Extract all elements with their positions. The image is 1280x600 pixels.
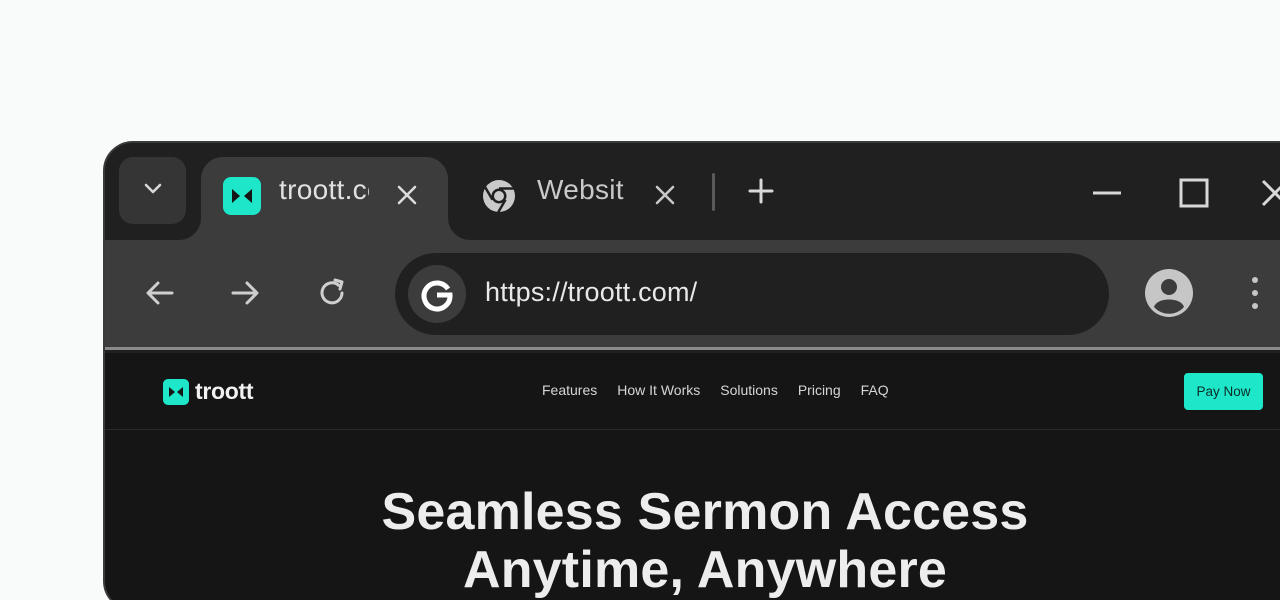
hero-title-line-1: Seamless Sermon Access — [381, 483, 1029, 541]
hero-title-line-2: Anytime, Anywhere — [462, 541, 948, 599]
address-bar[interactable]: https://troott.com/ — [395, 253, 1109, 335]
more-menu-icon[interactable] — [1243, 273, 1267, 313]
troott-logo-icon — [163, 378, 189, 405]
troott-logo-icon — [223, 177, 261, 215]
chevron-down-icon — [141, 176, 165, 205]
tab-separator — [712, 173, 715, 211]
tab-strip: troott.com Website — [105, 143, 1280, 240]
nav-link-faq[interactable]: FAQ — [861, 382, 889, 398]
url-text[interactable]: https://troott.com/ — [485, 277, 697, 308]
back-button[interactable] — [140, 273, 180, 313]
reload-button[interactable] — [312, 273, 352, 313]
google-icon[interactable] — [408, 265, 466, 323]
close-icon[interactable] — [391, 179, 423, 211]
close-window-button[interactable] — [1255, 173, 1280, 213]
forward-button[interactable] — [225, 273, 265, 313]
chrome-icon — [480, 177, 518, 215]
tab-search-button[interactable] — [119, 157, 186, 224]
minimize-button[interactable] — [1087, 173, 1127, 213]
site-logo[interactable]: troott — [163, 378, 254, 405]
tab-website[interactable]: Website — [475, 157, 705, 240]
site-header: troott Features How It Works Solutions P… — [105, 353, 1280, 430]
browser-window: troott.com Website — [103, 141, 1280, 600]
hero-title: Seamless Sermon Access Anytime, Anywhere — [105, 483, 1280, 599]
nav-link-how-it-works[interactable]: How It Works — [617, 382, 700, 398]
tab-title: Website — [537, 174, 625, 205]
nav-link-solutions[interactable]: Solutions — [720, 382, 778, 398]
new-tab-button[interactable] — [743, 173, 779, 209]
close-icon[interactable] — [649, 179, 681, 211]
webpage: troott Features How It Works Solutions P… — [105, 353, 1280, 600]
tab-troott[interactable]: troott.com — [201, 157, 448, 240]
nav-link-pricing[interactable]: Pricing — [798, 382, 841, 398]
pay-now-button[interactable]: Pay Now — [1184, 373, 1263, 410]
site-nav-links: Features How It Works Solutions Pricing … — [542, 382, 889, 398]
tab-title: troott.com — [279, 174, 369, 205]
browser-toolbar: https://troott.com/ — [105, 240, 1280, 350]
profile-avatar-icon[interactable] — [1145, 269, 1193, 317]
nav-link-features[interactable]: Features — [542, 382, 597, 398]
logo-text: troott — [195, 378, 254, 404]
maximize-button[interactable] — [1174, 173, 1214, 213]
